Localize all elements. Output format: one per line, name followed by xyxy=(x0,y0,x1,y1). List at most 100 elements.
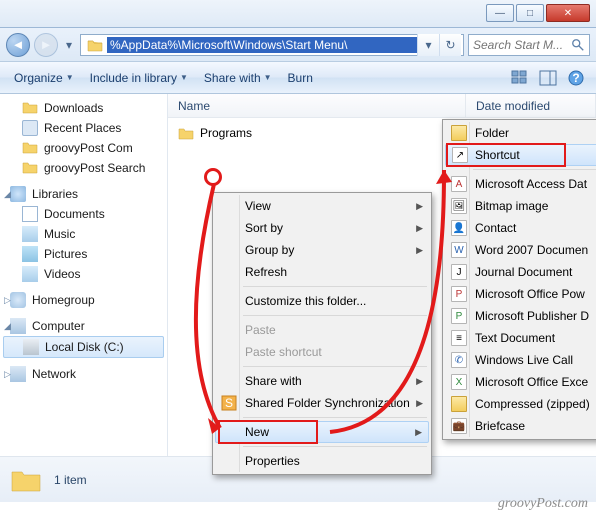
sidebar-item-label: Recent Places xyxy=(44,121,121,135)
chevron-down-icon: ▼ xyxy=(264,73,272,82)
sidebar-item-label: Music xyxy=(44,227,75,241)
submenu-arrow-icon: ▶ xyxy=(415,427,422,438)
chevron-down-icon: ▼ xyxy=(66,73,74,82)
submenu-arrow-icon: ▶ xyxy=(416,201,423,212)
submenu-item-word[interactable]: WWord 2007 Documen xyxy=(445,239,596,261)
change-view-button[interactable] xyxy=(508,66,532,90)
sidebar-item-videos[interactable]: Videos xyxy=(0,264,167,284)
address-bar[interactable]: ▾ ↻ xyxy=(80,34,464,56)
phone-icon: ✆ xyxy=(451,352,467,368)
sidebar-item-groovypost-search[interactable]: groovyPost Search xyxy=(0,158,167,178)
excel-icon: X xyxy=(451,374,467,390)
submenu-item-powerpoint[interactable]: PMicrosoft Office Pow xyxy=(445,283,596,305)
address-dropdown-button[interactable]: ▾ xyxy=(417,34,439,56)
bitmap-icon: 🖼 xyxy=(451,198,467,214)
file-name-label: Programs xyxy=(200,126,252,140)
submenu-item-compressed[interactable]: Compressed (zipped) xyxy=(445,393,596,415)
sidebar-item-downloads[interactable]: Downloads xyxy=(0,98,167,118)
refresh-button[interactable]: ↻ xyxy=(439,34,461,56)
context-menu: View▶ Sort by▶ Group by▶ Refresh Customi… xyxy=(212,192,432,475)
context-menu-view[interactable]: View▶ xyxy=(215,195,429,217)
zip-icon xyxy=(451,396,467,412)
sidebar-header-network[interactable]: ▷Network xyxy=(0,364,167,384)
submenu-item-contact[interactable]: 👤Contact xyxy=(445,217,596,239)
sidebar-item-local-disk-c[interactable]: Local Disk (C:) xyxy=(3,336,164,358)
minimize-button[interactable]: — xyxy=(486,4,514,22)
svg-text:?: ? xyxy=(572,71,579,85)
disclosure-icon: ◢ xyxy=(4,321,11,332)
context-menu-customize[interactable]: Customize this folder... xyxy=(215,290,429,312)
chevron-down-icon: ▼ xyxy=(180,73,188,82)
close-button[interactable]: ✕ xyxy=(546,4,590,22)
context-menu-paste: Paste xyxy=(215,319,429,341)
context-menu-new[interactable]: New▶ xyxy=(215,421,429,443)
context-menu-share-with[interactable]: Share with▶ xyxy=(215,370,429,392)
sidebar-header-computer[interactable]: ◢Computer xyxy=(0,316,167,336)
shortcut-icon: ↗ xyxy=(452,147,468,163)
sidebar-item-label: Documents xyxy=(44,207,105,221)
sidebar-item-label: Downloads xyxy=(44,101,103,115)
menu-separator xyxy=(243,366,427,367)
context-menu-properties[interactable]: Properties xyxy=(215,450,429,472)
preview-pane-button[interactable] xyxy=(536,66,560,90)
menu-separator xyxy=(243,446,427,447)
search-input[interactable] xyxy=(473,38,571,52)
submenu-item-shortcut[interactable]: ↗Shortcut xyxy=(445,144,596,166)
text-icon: ≡ xyxy=(451,330,467,346)
sidebar-item-label: Libraries xyxy=(32,187,78,201)
disclosure-icon: ▷ xyxy=(4,369,11,380)
include-in-library-menu[interactable]: Include in library▼ xyxy=(84,67,194,89)
sidebar-item-label: Homegroup xyxy=(32,293,95,307)
item-count-label: 1 item xyxy=(54,473,87,487)
powerpoint-icon: P xyxy=(451,286,467,302)
sidebar-item-pictures[interactable]: Pictures xyxy=(0,244,167,264)
submenu-arrow-icon: ▶ xyxy=(416,223,423,234)
sidebar-item-documents[interactable]: Documents xyxy=(0,204,167,224)
submenu-item-folder[interactable]: Folder xyxy=(445,122,596,144)
submenu-item-publisher[interactable]: PMicrosoft Publisher D xyxy=(445,305,596,327)
sidebar-item-groovypost-com[interactable]: groovyPost Com xyxy=(0,138,167,158)
maximize-button[interactable]: □ xyxy=(516,4,544,22)
submenu-item-journal[interactable]: JJournal Document xyxy=(445,261,596,283)
menu-separator xyxy=(473,169,596,170)
help-button[interactable]: ? xyxy=(564,66,588,90)
column-header-name[interactable]: Name xyxy=(168,94,466,117)
folder-icon xyxy=(451,125,467,141)
forward-button[interactable]: ► xyxy=(34,33,58,57)
window-titlebar: — □ ✕ xyxy=(0,0,596,28)
word-icon: W xyxy=(451,242,467,258)
context-menu-refresh[interactable]: Refresh xyxy=(215,261,429,283)
search-box[interactable] xyxy=(468,34,590,56)
back-button[interactable]: ◄ xyxy=(6,33,30,57)
folder-icon xyxy=(87,38,103,52)
context-menu-group-by[interactable]: Group by▶ xyxy=(215,239,429,261)
column-header-date[interactable]: Date modified xyxy=(466,94,596,117)
folder-icon xyxy=(178,126,194,140)
sidebar-header-libraries[interactable]: ◢ Libraries xyxy=(0,184,167,204)
disclosure-icon: ◢ xyxy=(4,189,11,200)
submenu-item-access[interactable]: AMicrosoft Access Dat xyxy=(445,173,596,195)
share-with-menu[interactable]: Share with▼ xyxy=(198,67,278,89)
sidebar-item-label: Local Disk (C:) xyxy=(45,340,124,354)
context-submenu-new: Folder ↗Shortcut AMicrosoft Access Dat 🖼… xyxy=(442,119,596,440)
sidebar-header-homegroup[interactable]: ▷ Homegroup xyxy=(0,290,167,310)
disclosure-icon: ▷ xyxy=(4,295,11,306)
submenu-item-text[interactable]: ≡Text Document xyxy=(445,327,596,349)
organize-menu[interactable]: Organize▼ xyxy=(8,67,80,89)
burn-button[interactable]: Burn xyxy=(282,67,319,89)
sidebar-item-label: Videos xyxy=(44,267,80,281)
context-menu-shared-folder-sync[interactable]: SShared Folder Synchronization▶ xyxy=(215,392,429,414)
submenu-item-windows-live-call[interactable]: ✆Windows Live Call xyxy=(445,349,596,371)
submenu-item-bitmap[interactable]: 🖼Bitmap image xyxy=(445,195,596,217)
journal-icon: J xyxy=(451,264,467,280)
navigation-pane: Downloads Recent Places groovyPost Com g… xyxy=(0,94,168,456)
context-menu-sort-by[interactable]: Sort by▶ xyxy=(215,217,429,239)
submenu-item-excel[interactable]: XMicrosoft Office Exce xyxy=(445,371,596,393)
nav-history-dropdown[interactable]: ▾ xyxy=(62,33,76,57)
address-input[interactable] xyxy=(107,37,417,53)
sidebar-item-music[interactable]: Music xyxy=(0,224,167,244)
column-headers: Name Date modified xyxy=(168,94,596,118)
svg-text:S: S xyxy=(225,396,233,410)
submenu-item-briefcase[interactable]: 💼Briefcase xyxy=(445,415,596,437)
sidebar-item-recent-places[interactable]: Recent Places xyxy=(0,118,167,138)
